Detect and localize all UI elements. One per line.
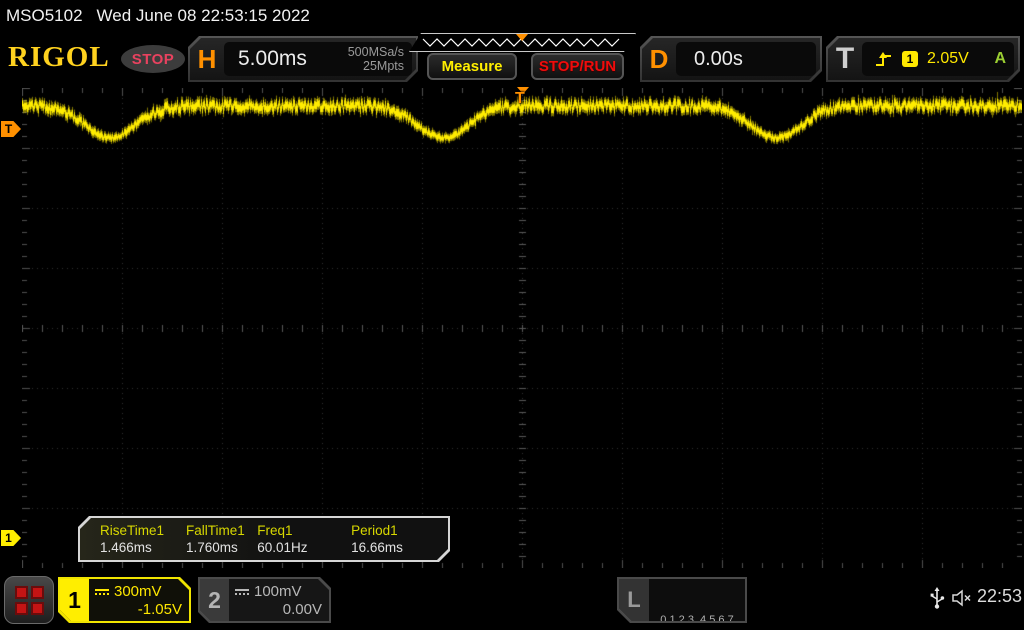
delay-panel[interactable]: D 0.00s (640, 36, 822, 82)
measurement-value: 60.01Hz (257, 540, 308, 555)
dc-coupling-icon (95, 589, 109, 595)
delay-value: 0.00s (694, 47, 743, 70)
channel1-block[interactable]: 1 300mV -1.05V (58, 577, 191, 623)
stop-run-button[interactable]: STOP/RUN (531, 53, 624, 80)
trigger-position-marker[interactable]: T (515, 90, 525, 108)
model-name: MSO5102 (6, 6, 83, 25)
measurement-label: Period1 (351, 523, 398, 538)
channel1-offset: -1.05V (137, 601, 182, 618)
measure-button[interactable]: Measure (427, 53, 517, 80)
rising-edge-icon (874, 52, 893, 67)
menu-grid-icon (14, 585, 44, 615)
trigger-mode: A (994, 50, 1006, 67)
sample-rate: 500MSa/s (347, 44, 404, 59)
channel1-offset-marker[interactable]: 1 (1, 530, 21, 546)
run-state-badge: STOP (121, 45, 185, 73)
trigger-pill: 1 2.05V A (862, 42, 1014, 76)
measurement-label: FallTime1 (186, 523, 245, 538)
horizontal-label: H (197, 43, 217, 74)
logic-row1: 0 1 2 3 4 5 6 7 (660, 614, 734, 626)
channel1-scale: 300mV (114, 583, 162, 600)
channel2-offset: 0.00V (282, 601, 322, 618)
trigger-label: T (835, 42, 855, 75)
measurement-value: 1.760ms (186, 540, 238, 555)
measurement-item[interactable]: FallTime1 1.760ms (186, 518, 257, 560)
waveform-display[interactable] (22, 88, 1022, 568)
horizontal-panel[interactable]: H 5.00ms 500MSa/s 25Mpts (188, 36, 418, 82)
delay-label: D (649, 43, 669, 74)
acquisition-info: 500MSa/s 25Mpts (348, 45, 412, 74)
datetime: Wed June 08 22:53:15 2022 (96, 6, 310, 25)
timebase-pill: 5.00ms 500MSa/s 25Mpts (224, 42, 412, 76)
usb-icon (930, 587, 945, 609)
trigger-panel[interactable]: T 1 2.05V A (826, 36, 1020, 82)
channel2-block[interactable]: 2 100mV 0.00V (198, 577, 331, 623)
measurement-item[interactable]: Freq1 60.01Hz (257, 518, 351, 560)
rigol-logo: RIGOL (8, 41, 110, 73)
dc-coupling-icon (235, 589, 249, 595)
speaker-mute-icon (952, 589, 971, 607)
measurement-label: RiseTime1 (100, 523, 165, 538)
memory-depth: 25Mpts (363, 59, 404, 73)
trigger-level-marker[interactable]: T (1, 121, 21, 137)
preview-trigger-marker[interactable] (516, 34, 528, 41)
clock: 22:53 (977, 586, 1023, 606)
logic-channel-numbers: 0 1 2 3 4 5 6 7 8 9 1011 12131415 (649, 579, 745, 621)
delay-pill: 0.00s (676, 42, 816, 76)
channel2-scale: 100mV (254, 583, 302, 600)
measurement-panel[interactable]: RiseTime1 1.466ms FallTime1 1.760ms Freq… (78, 516, 450, 562)
measurement-value: 1.466ms (100, 540, 152, 555)
timebase-value: 5.00ms (238, 47, 307, 70)
trigger-level-value: 2.05V (927, 50, 969, 67)
measurement-label: Freq1 (257, 523, 293, 538)
trigger-source-badge: 1 (902, 51, 918, 67)
menu-button[interactable] (4, 576, 54, 624)
measurement-item[interactable]: Period1 16.66ms (351, 518, 448, 560)
logic-analyzer-block[interactable]: L 0 1 2 3 4 5 6 7 8 9 1011 12131415 (617, 577, 747, 623)
measurement-value: 16.66ms (351, 540, 403, 555)
titlebar: MSO5102 Wed June 08 22:53:15 2022 (0, 0, 1024, 32)
measurement-item[interactable]: RiseTime1 1.466ms (100, 518, 186, 560)
oscilloscope-screen: MSO5102 Wed June 08 22:53:15 2022 RIGOL … (0, 0, 1024, 630)
